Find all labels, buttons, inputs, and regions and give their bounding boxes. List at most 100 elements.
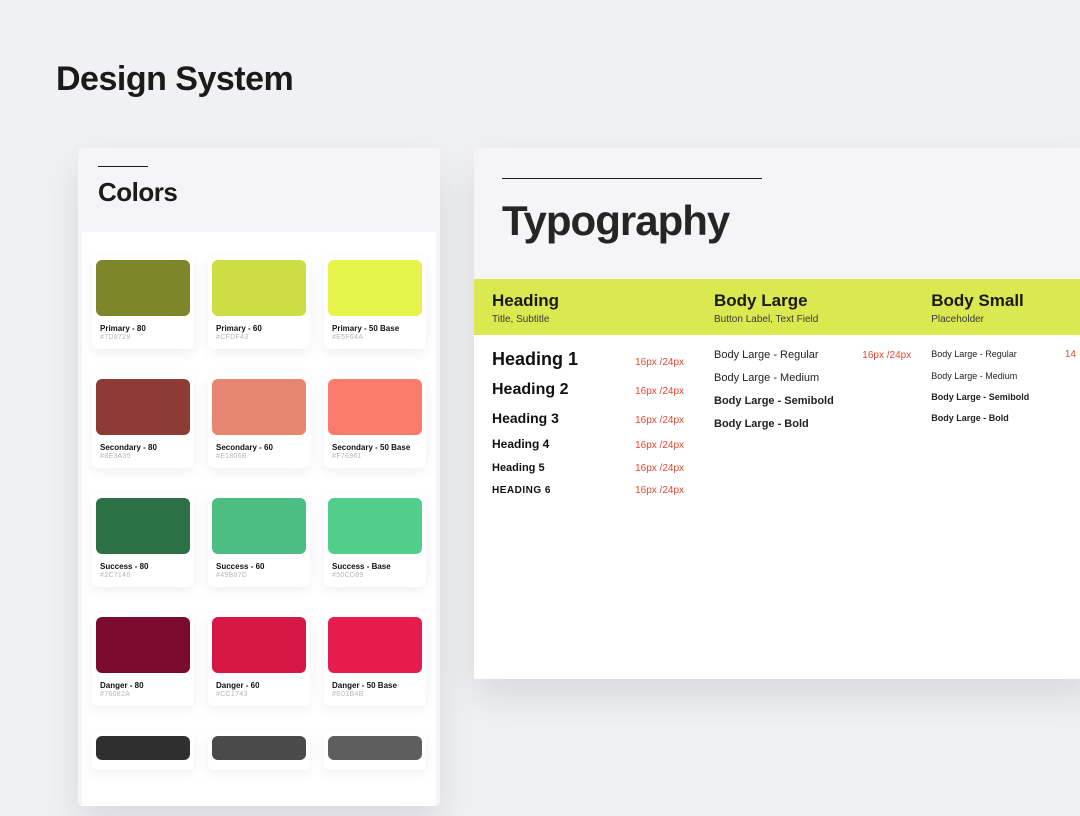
- col-heading: Heading Title, Subtitle: [492, 291, 714, 325]
- swatch-card: Success - Base #50CD89: [324, 494, 426, 587]
- swatch-name: Danger - 80: [92, 677, 194, 690]
- swatch-name: Danger - 50 Base: [324, 677, 426, 690]
- swatch-hex: #E5F64A: [324, 333, 426, 343]
- swatch-hex: #2C7146: [92, 571, 194, 581]
- swatch-hex: #50CD89: [324, 571, 426, 581]
- heading-meta: 16px /24px: [635, 357, 684, 368]
- swatch-row-danger: Danger - 80 #76082A Danger - 60 #CC1743 …: [92, 613, 426, 706]
- color-chip: [328, 498, 422, 554]
- color-chip: [212, 379, 306, 435]
- heading-meta: 16px /24px: [635, 386, 684, 397]
- swatch-name: Primary - 80: [92, 320, 194, 333]
- body-row: Body Large - Bold: [931, 413, 1076, 423]
- swatch-card: [208, 732, 310, 770]
- swatch-card: Success - 80 #2C7146: [92, 494, 194, 587]
- divider: [502, 178, 762, 179]
- body-meta: 16px /24px: [862, 350, 911, 361]
- headings-column: Heading 1 16px /24px Heading 2 16px /24p…: [492, 349, 714, 507]
- body-row: Body Large - Semibold: [931, 392, 1076, 402]
- swatch-name: Secondary - 60: [208, 439, 310, 452]
- body-sample: Body Large - Regular: [931, 349, 1017, 359]
- color-chip: [96, 736, 190, 760]
- body-row: Body Large - Bold: [714, 418, 931, 430]
- body-sample: Body Large - Regular: [714, 349, 819, 361]
- col-subtitle: Button Label, Text Field: [714, 314, 931, 325]
- color-chip: [328, 260, 422, 316]
- body-row: Body Large - Medium: [714, 372, 931, 384]
- swatch-hex: #CC1743: [208, 690, 310, 700]
- body-sample: Body Large - Medium: [931, 371, 1017, 381]
- heading-meta: 16px /24px: [635, 415, 684, 426]
- heading-row: HEADING 6 16px /24px: [492, 485, 714, 496]
- body-sample: Body Large - Semibold: [931, 392, 1029, 402]
- body-sample: Body Large - Bold: [714, 418, 809, 430]
- typography-header: Typography: [474, 148, 1080, 279]
- swatch-card: Danger - 50 Base #E01B4B: [324, 613, 426, 706]
- swatch-row-primary: Primary - 80 #7D8729 Primary - 60 #CFDF4…: [92, 256, 426, 349]
- body-meta: 14: [1065, 349, 1076, 360]
- swatch-row-success: Success - 80 #2C7146 Success - 60 #49B87…: [92, 494, 426, 587]
- swatch-hex: #E1806B: [208, 452, 310, 462]
- body-sample: Body Large - Medium: [714, 372, 819, 384]
- swatch-card: Primary - 50 Base #E5F64A: [324, 256, 426, 349]
- swatch-name: Success - 80: [92, 558, 194, 571]
- heading-meta: 16px /24px: [635, 485, 684, 496]
- swatch-hex: #F76961: [324, 452, 426, 462]
- swatch-card: Secondary - 60 #E1806B: [208, 375, 310, 468]
- colors-panel: Colors Primary - 80 #7D8729 Primary - 60…: [78, 148, 440, 806]
- color-chip: [212, 736, 306, 760]
- body-row: Body Large - Medium: [931, 371, 1076, 381]
- body-row: Body Large - Regular 14: [931, 349, 1076, 360]
- heading-sample: Heading 4: [492, 437, 549, 451]
- heading-row: Heading 3 16px /24px: [492, 410, 714, 426]
- colors-title: Colors: [98, 177, 420, 208]
- swatch-hex: #49B87D: [208, 571, 310, 581]
- swatch-hex: #8E3A35: [92, 452, 194, 462]
- typography-title: Typography: [502, 197, 1066, 245]
- swatch-name: Primary - 50 Base: [324, 320, 426, 333]
- heading-meta: 16px /24px: [635, 463, 684, 474]
- color-chip: [328, 379, 422, 435]
- col-subtitle: Placeholder: [931, 314, 1076, 325]
- body-sample: Body Large - Semibold: [714, 395, 834, 407]
- color-chip: [212, 498, 306, 554]
- color-chip: [212, 260, 306, 316]
- heading-sample: Heading 3: [492, 410, 559, 426]
- heading-sample: Heading 5: [492, 462, 545, 474]
- heading-sample: Heading 1: [492, 349, 578, 370]
- heading-sample: Heading 2: [492, 381, 568, 399]
- col-title: Heading: [492, 291, 714, 311]
- typography-body: Heading Title, Subtitle Body Large Butto…: [474, 279, 1080, 679]
- swatch-area: Primary - 80 #7D8729 Primary - 60 #CFDF4…: [82, 232, 436, 806]
- color-chip: [328, 736, 422, 760]
- swatch-row-secondary: Secondary - 80 #8E3A35 Secondary - 60 #E…: [92, 375, 426, 468]
- heading-row: Heading 5 16px /24px: [492, 462, 714, 474]
- heading-sample: HEADING 6: [492, 485, 551, 496]
- typography-header-bar: Heading Title, Subtitle Body Large Butto…: [474, 279, 1080, 335]
- color-chip: [328, 617, 422, 673]
- typography-table: Heading 1 16px /24px Heading 2 16px /24p…: [474, 335, 1080, 507]
- color-chip: [96, 260, 190, 316]
- swatch-hex: #7D8729: [92, 333, 194, 343]
- swatch-card: Primary - 60 #CFDF43: [208, 256, 310, 349]
- heading-row: Heading 2 16px /24px: [492, 381, 714, 399]
- color-chip: [96, 617, 190, 673]
- swatch-name: Danger - 60: [208, 677, 310, 690]
- swatch-card: Danger - 60 #CC1743: [208, 613, 310, 706]
- col-body-large: Body Large Button Label, Text Field: [714, 291, 931, 325]
- swatch-card: [324, 732, 426, 770]
- swatch-hex: #CFDF43: [208, 333, 310, 343]
- body-large-column: Body Large - Regular 16px /24px Body Lar…: [714, 349, 931, 507]
- swatch-name: Success - 60: [208, 558, 310, 571]
- colors-header: Colors: [78, 148, 440, 214]
- col-title: Body Small: [931, 291, 1076, 311]
- swatch-hex: #76082A: [92, 690, 194, 700]
- body-sample: Body Large - Bold: [931, 413, 1009, 423]
- swatch-name: Success - Base: [324, 558, 426, 571]
- body-row: Body Large - Regular 16px /24px: [714, 349, 931, 361]
- typography-panel: Typography Heading Title, Subtitle Body …: [474, 148, 1080, 679]
- color-chip: [96, 379, 190, 435]
- swatch-card: [92, 732, 194, 770]
- color-chip: [212, 617, 306, 673]
- swatch-card: Secondary - 50 Base #F76961: [324, 375, 426, 468]
